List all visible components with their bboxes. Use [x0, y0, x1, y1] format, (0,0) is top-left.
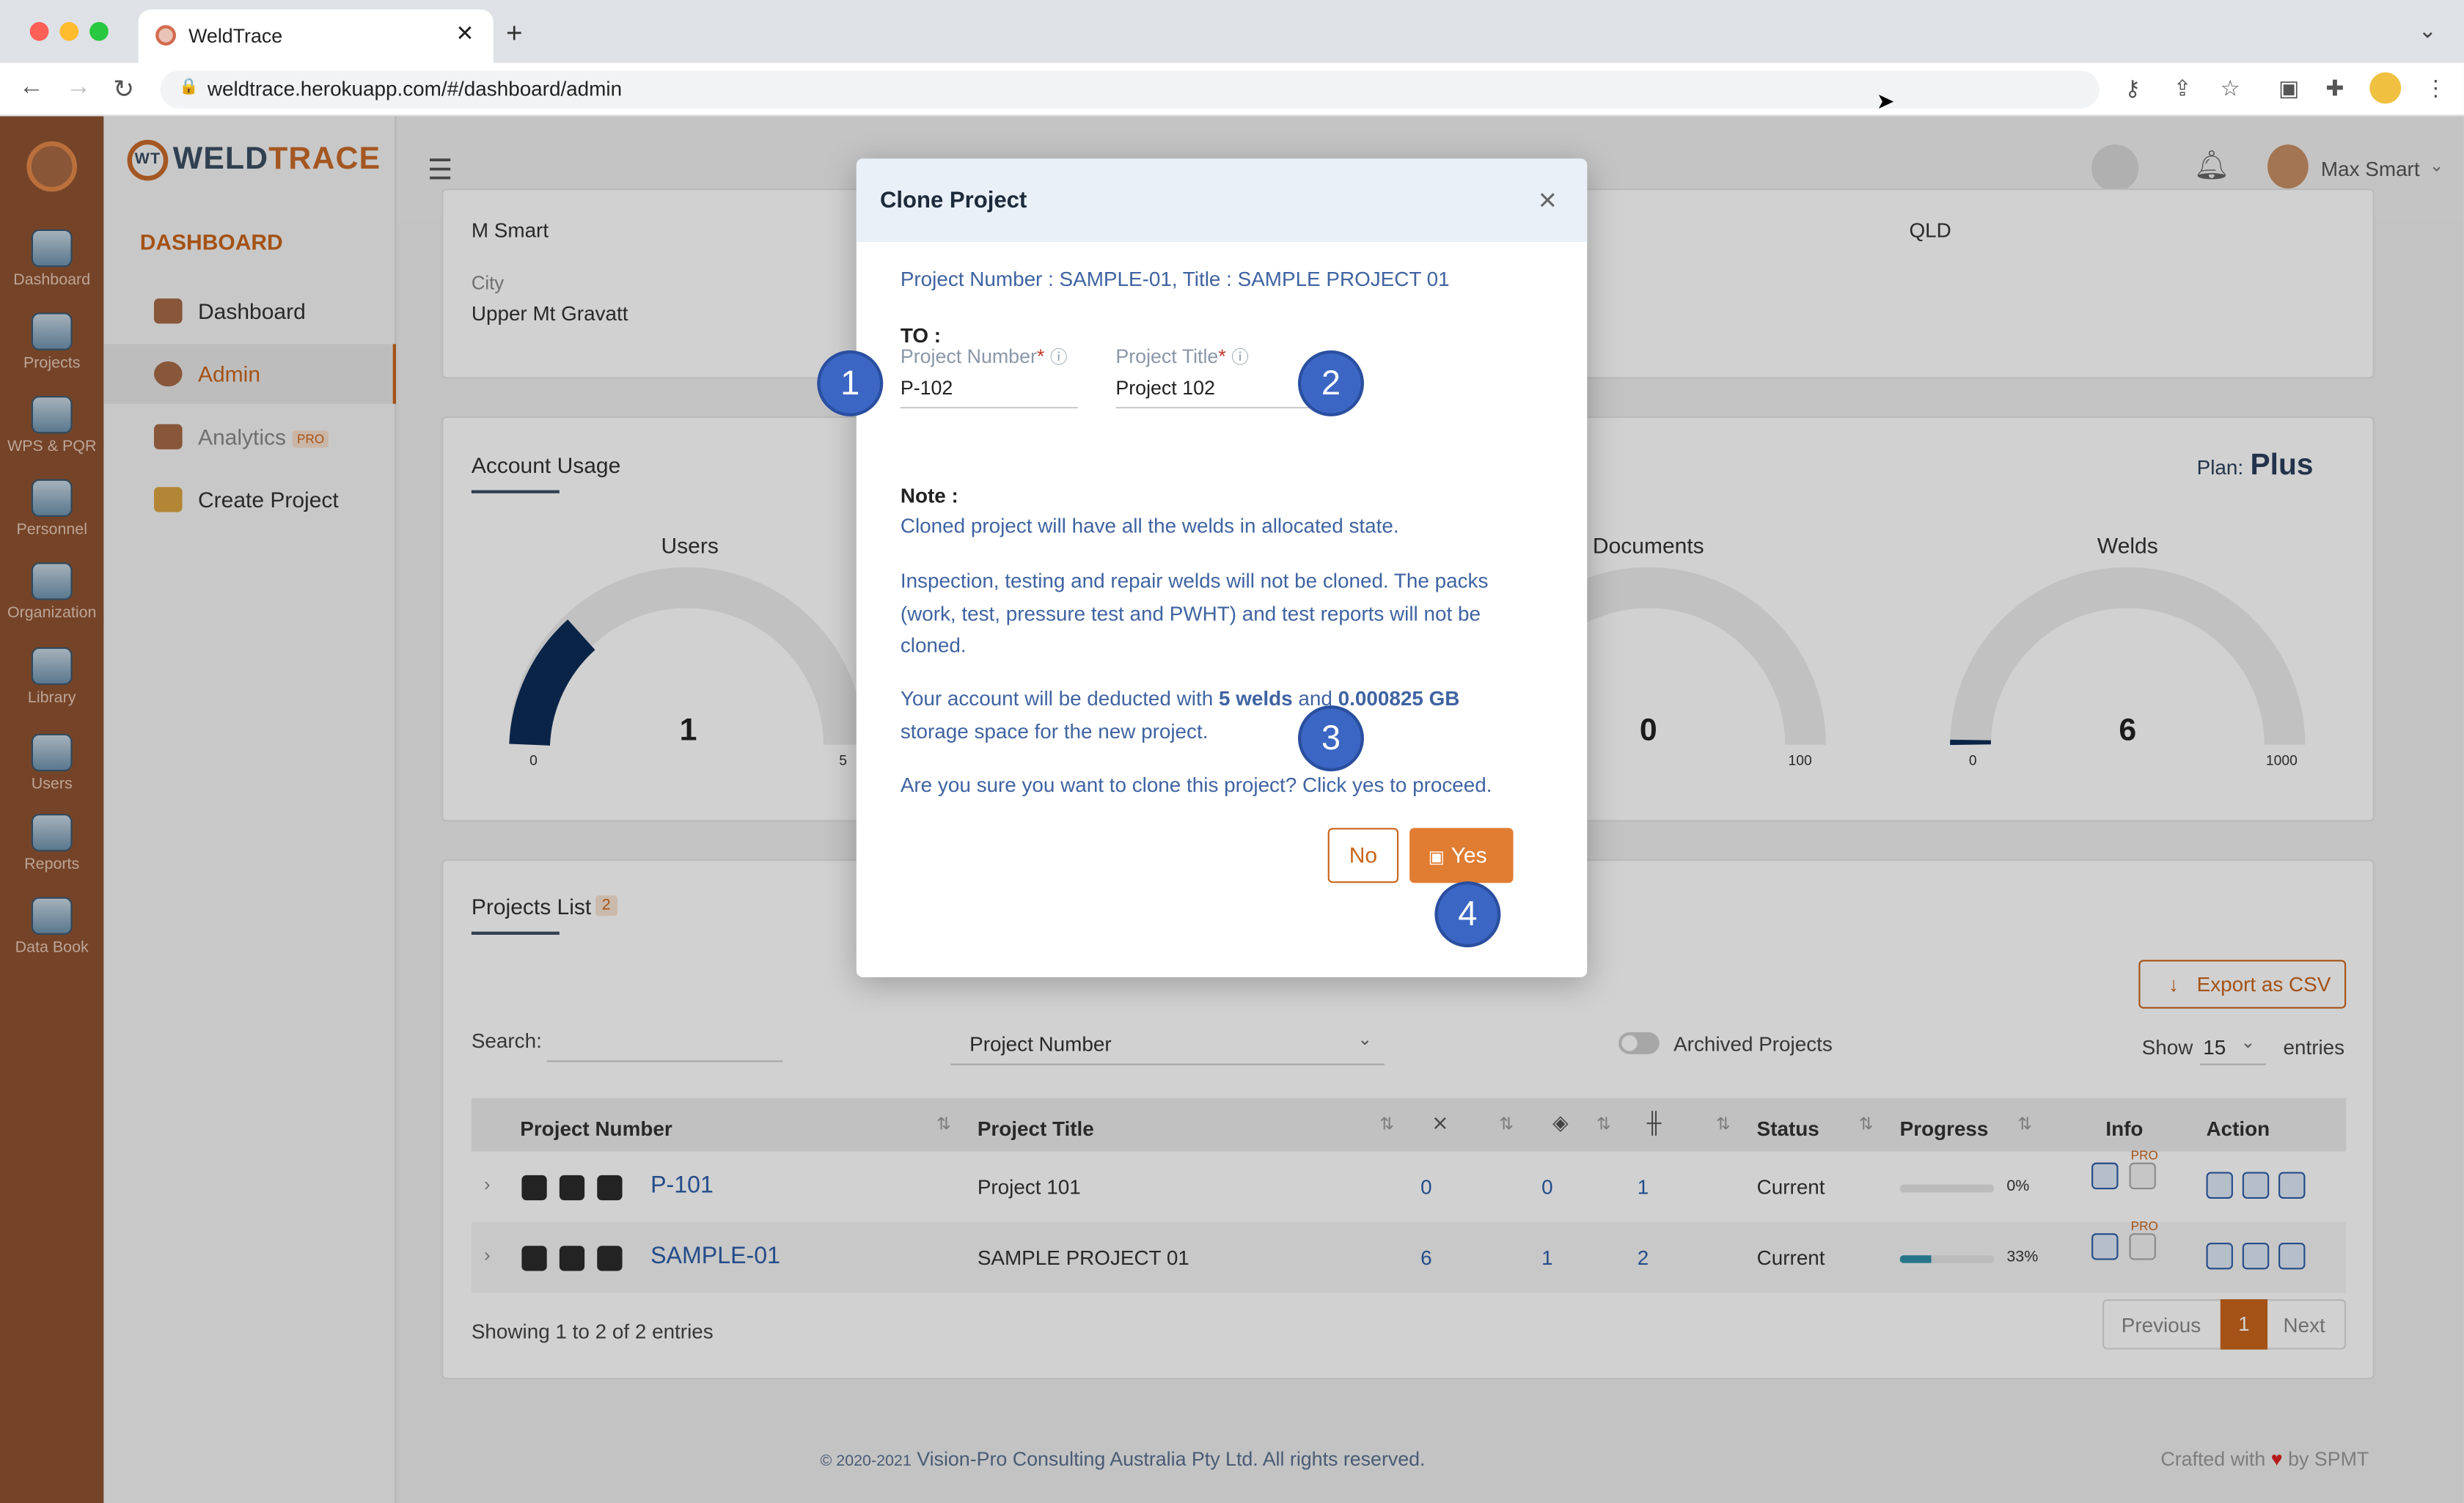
deduct-size: 0.000825 GB: [1338, 686, 1460, 710]
browser-toolbar: ← → ↻ 🔒 weldtrace.herokuapp.com/#/dashbo…: [0, 62, 2464, 117]
back-icon[interactable]: ←: [19, 74, 44, 103]
project-title-input[interactable]: Project 102: [1115, 377, 1313, 409]
annotation-badge-2: 2: [1301, 353, 1361, 414]
project-number-input[interactable]: P-102: [900, 377, 1078, 409]
profile-avatar-icon[interactable]: [2369, 72, 2402, 104]
close-tab-icon[interactable]: ✕: [455, 21, 474, 47]
puzzle-icon[interactable]: ✚: [2325, 76, 2344, 102]
yes-label: Yes: [1451, 842, 1487, 867]
favicon-icon: [155, 25, 176, 46]
close-window-button[interactable]: [29, 21, 49, 41]
field-label: Project Title* ⓘ: [1115, 345, 1249, 368]
note-welds-allocated: Cloned project will have all the welds i…: [900, 513, 1399, 537]
project-title-label: Project Title: [1115, 345, 1219, 368]
deduction-note: Your account will be deducted with 5 wel…: [901, 683, 1529, 748]
browser-tab[interactable]: WeldTrace ✕: [138, 9, 494, 63]
deduct-and: and: [1298, 686, 1332, 710]
key-icon[interactable]: ⚷: [2124, 76, 2141, 102]
info-icon: ⓘ: [1231, 348, 1249, 368]
no-button[interactable]: No: [1327, 828, 1399, 883]
note-label: Note :: [900, 483, 958, 508]
project-number-label: Project Number: [900, 345, 1037, 368]
url-text: weldtrace.herokuapp.com/#/dashboard/admi…: [207, 76, 623, 101]
extension-icon[interactable]: ▣: [2278, 76, 2299, 102]
clone-source: Project Number : SAMPLE-01, Title : SAMP…: [900, 267, 1450, 291]
address-bar[interactable]: 🔒 weldtrace.herokuapp.com/#/dashboard/ad…: [160, 70, 2100, 109]
browser-tab-bar: WeldTrace ✕ + ⌄: [0, 0, 2464, 63]
project-number-field[interactable]: Project Number* ⓘ P-102: [900, 344, 1078, 409]
minimize-window-button[interactable]: [59, 21, 79, 41]
confirm-question: Are you sure you want to clone this proj…: [900, 773, 1492, 797]
project-title-field[interactable]: Project Title* ⓘ Project 102: [1115, 344, 1313, 409]
annotation-badge-4: 4: [1437, 884, 1498, 944]
field-label: Project Number* ⓘ: [900, 345, 1068, 368]
save-icon: ▣: [1428, 848, 1445, 867]
tab-title: WeldTrace: [188, 25, 283, 48]
annotation-badge-3: 3: [1301, 708, 1361, 768]
note-not-cloned: Inspection, testing and repair welds wil…: [900, 568, 1489, 657]
mouse-cursor-icon: ➤: [1876, 87, 1895, 114]
browser-menu-icon[interactable]: ⋮: [2424, 76, 2446, 102]
modal-title: Clone Project: [879, 188, 1027, 214]
tab-search-chevron-icon[interactable]: ⌄: [2419, 18, 2437, 44]
yes-button[interactable]: ▣ Yes: [1409, 828, 1514, 883]
new-tab-icon[interactable]: +: [506, 18, 523, 51]
lock-icon: 🔒: [179, 78, 199, 96]
annotation-badge-1: 1: [820, 353, 880, 414]
modal-header: Clone Project ×: [856, 158, 1588, 242]
bookmark-star-icon[interactable]: ☆: [2221, 76, 2240, 102]
deduct-welds: 5 welds: [1218, 686, 1293, 710]
deduct-suffix: storage space for the new project.: [900, 719, 1209, 743]
deduct-text: Your account will be deducted with: [900, 686, 1214, 710]
clone-project-modal: Clone Project × Project Number : SAMPLE-…: [856, 158, 1588, 977]
maximize-window-button[interactable]: [89, 21, 109, 41]
reload-icon[interactable]: ↻: [113, 74, 134, 106]
info-icon: ⓘ: [1049, 348, 1068, 368]
share-icon[interactable]: ⇪: [2173, 76, 2191, 102]
forward-icon[interactable]: →: [66, 74, 91, 103]
close-icon[interactable]: ×: [1539, 184, 1557, 220]
